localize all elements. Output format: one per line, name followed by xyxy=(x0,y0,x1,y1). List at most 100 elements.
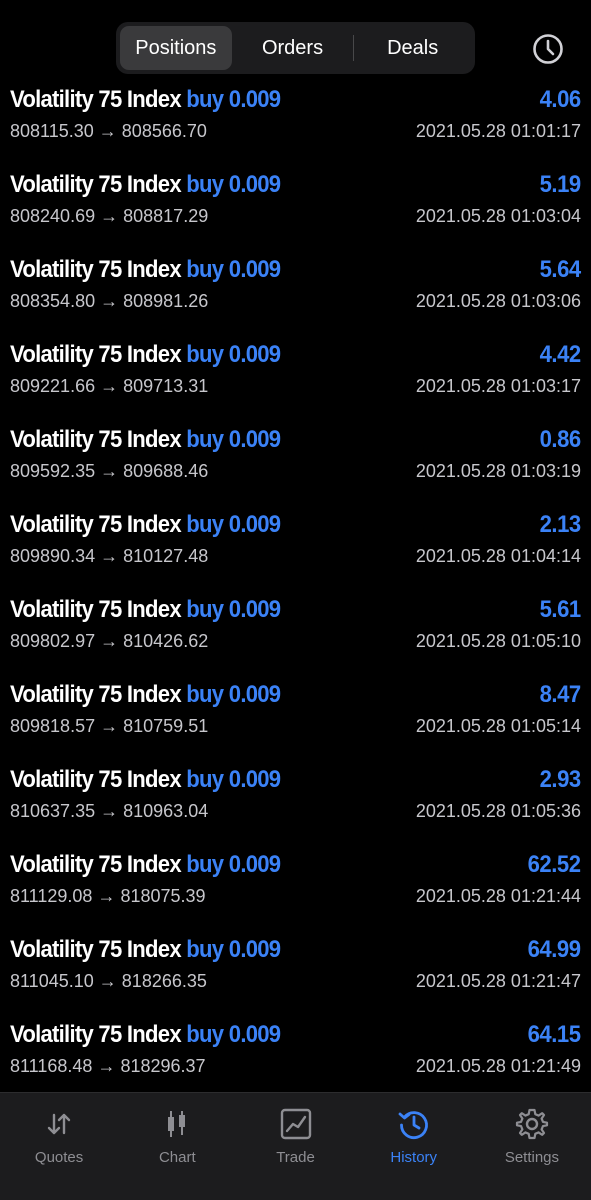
trade-side: buy xyxy=(186,1021,224,1048)
arrow-icon: → xyxy=(97,886,116,906)
row-title: Volatility 75 Index buy 0.009 xyxy=(10,85,281,119)
symbol-name: Volatility 75 Index xyxy=(10,426,182,453)
deal-time: 2021.05.28 01:21:49 xyxy=(415,1056,581,1076)
profit-value: 62.52 xyxy=(528,851,581,878)
deal-time: 2021.05.28 01:03:04 xyxy=(415,206,581,226)
close-price: 809688.46 xyxy=(123,461,209,481)
symbol-name: Volatility 75 Index xyxy=(10,596,182,623)
history-row[interactable]: Volatility 75 Index buy 0.009 8.47 80981… xyxy=(0,680,591,765)
trade-volume: 0.009 xyxy=(228,596,281,623)
trade-side: buy xyxy=(186,341,224,368)
tab-chart[interactable]: Chart xyxy=(118,1093,236,1200)
history-row[interactable]: Volatility 75 Index buy 0.009 64.99 8110… xyxy=(0,935,591,1020)
trade-volume: 0.009 xyxy=(228,86,281,113)
tab-history[interactable]: History xyxy=(355,1093,473,1200)
close-price: 818075.39 xyxy=(120,886,206,906)
history-list: Volatility 75 Index buy 0.009 4.06 80811… xyxy=(0,85,591,1105)
trade-side: buy xyxy=(186,86,224,113)
close-price: 810127.48 xyxy=(123,546,209,566)
trade-side: buy xyxy=(186,936,224,963)
close-price: 818296.37 xyxy=(120,1056,206,1076)
close-price: 808817.29 xyxy=(123,206,209,226)
open-price: 811045.10 xyxy=(10,971,94,991)
tab-label: History xyxy=(390,1149,438,1166)
open-price: 808354.80 xyxy=(10,291,96,311)
row-title: Volatility 75 Index buy 0.009 xyxy=(10,1020,281,1054)
trade-side: buy xyxy=(186,766,224,793)
deal-time: 2021.05.28 01:05:36 xyxy=(415,801,581,821)
deal-time: 2021.05.28 01:04:14 xyxy=(415,546,581,566)
price-range: 809221.66 → 809713.31 xyxy=(10,376,208,397)
row-title: Volatility 75 Index buy 0.009 xyxy=(10,765,281,799)
history-row[interactable]: Volatility 75 Index buy 0.009 5.61 80980… xyxy=(0,595,591,680)
history-row[interactable]: Volatility 75 Index buy 0.009 62.52 8111… xyxy=(0,850,591,935)
gear-icon xyxy=(515,1108,549,1140)
history-row[interactable]: Volatility 75 Index buy 0.009 2.93 81063… xyxy=(0,765,591,850)
price-range: 809802.97 → 810426.62 xyxy=(10,631,208,652)
profit-value: 4.42 xyxy=(539,341,582,368)
open-price: 809221.66 xyxy=(10,376,96,396)
arrow-icon: → xyxy=(100,291,119,311)
profit-value: 5.19 xyxy=(539,171,582,198)
tab-settings[interactable]: Settings xyxy=(473,1093,591,1200)
history-clock-icon xyxy=(398,1111,428,1140)
arrow-icon: → xyxy=(97,1056,116,1076)
history-row[interactable]: Volatility 75 Index buy 0.009 4.06 80811… xyxy=(0,85,591,170)
history-row[interactable]: Volatility 75 Index buy 0.009 0.86 80959… xyxy=(0,425,591,510)
quotes-arrows-icon xyxy=(47,1113,71,1135)
arrow-icon: → xyxy=(98,971,117,991)
history-row[interactable]: Volatility 75 Index buy 0.009 5.64 80835… xyxy=(0,255,591,340)
deal-time: 2021.05.28 01:21:44 xyxy=(415,886,581,906)
arrow-icon: → xyxy=(100,461,119,481)
open-price: 811168.48 xyxy=(10,1056,93,1076)
row-title: Volatility 75 Index buy 0.009 xyxy=(10,255,281,289)
trade-side: buy xyxy=(186,851,224,878)
row-title: Volatility 75 Index buy 0.009 xyxy=(10,425,281,459)
trade-volume: 0.009 xyxy=(228,426,281,453)
profit-value: 2.93 xyxy=(539,766,582,793)
profit-value: 5.61 xyxy=(539,596,582,623)
symbol-name: Volatility 75 Index xyxy=(10,936,182,963)
tab-label: Quotes xyxy=(34,1149,84,1166)
trade-side: buy xyxy=(186,681,224,708)
tab-trade[interactable]: Trade xyxy=(236,1093,354,1200)
trade-side: buy xyxy=(186,171,224,198)
tab-deals[interactable]: Deals xyxy=(354,26,471,70)
row-title: Volatility 75 Index buy 0.009 xyxy=(10,510,281,544)
top-bar: Positions Orders Deals xyxy=(0,0,591,85)
open-price: 810637.35 xyxy=(10,801,96,821)
profit-value: 5.64 xyxy=(539,256,582,283)
row-title: Volatility 75 Index buy 0.009 xyxy=(10,935,281,969)
history-row[interactable]: Volatility 75 Index buy 0.009 4.42 80922… xyxy=(0,340,591,425)
trade-volume: 0.009 xyxy=(228,511,281,538)
profit-value: 2.13 xyxy=(539,511,582,538)
trade-volume: 0.009 xyxy=(228,851,281,878)
symbol-name: Volatility 75 Index xyxy=(10,256,182,283)
arrow-icon: → xyxy=(98,121,117,141)
symbol-name: Volatility 75 Index xyxy=(10,766,182,793)
history-row[interactable]: Volatility 75 Index buy 0.009 5.19 80824… xyxy=(0,170,591,255)
tab-positions[interactable]: Positions xyxy=(120,26,232,70)
trade-volume: 0.009 xyxy=(228,1021,281,1048)
close-price: 808981.26 xyxy=(123,291,209,311)
arrow-icon: → xyxy=(100,546,119,566)
tab-quotes[interactable]: Quotes xyxy=(0,1093,118,1200)
tab-orders[interactable]: Orders xyxy=(232,26,354,70)
price-range: 809818.57 → 810759.51 xyxy=(10,716,208,737)
symbol-name: Volatility 75 Index xyxy=(10,86,182,113)
arrow-icon: → xyxy=(100,801,119,821)
tab-label: Chart xyxy=(158,1149,196,1166)
deal-time: 2021.05.28 01:03:17 xyxy=(415,376,581,396)
open-price: 808115.30 xyxy=(10,121,94,141)
clock-icon[interactable] xyxy=(528,29,568,69)
row-title: Volatility 75 Index buy 0.009 xyxy=(10,595,281,629)
profit-value: 64.15 xyxy=(528,1021,581,1048)
deal-time: 2021.05.28 01:21:47 xyxy=(415,971,581,991)
trade-side: buy xyxy=(186,511,224,538)
row-title: Volatility 75 Index buy 0.009 xyxy=(10,170,281,204)
close-price: 810426.62 xyxy=(123,631,209,651)
open-price: 809592.35 xyxy=(10,461,96,481)
history-row[interactable]: Volatility 75 Index buy 0.009 2.13 80989… xyxy=(0,510,591,595)
open-price: 809818.57 xyxy=(10,716,96,736)
price-range: 811045.10 → 818266.35 xyxy=(10,971,207,992)
